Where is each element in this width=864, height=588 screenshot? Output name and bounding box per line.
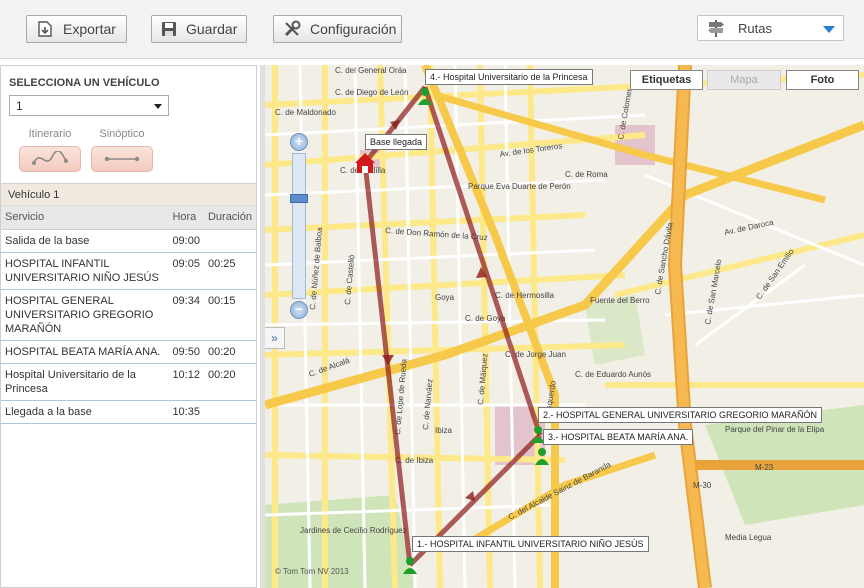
- vehicle-select-value: 1: [16, 99, 23, 113]
- street-label: C. de Eduardo Aunós: [575, 370, 651, 379]
- stop2-callout: 2.- HOSPITAL GENERAL UNIVERSITARIO GREGO…: [538, 407, 823, 423]
- itinerary-label: Itinerario: [28, 128, 72, 140]
- duration-cell: 00:15: [203, 289, 256, 341]
- map-copyright: © Tom Tom NV 2013: [275, 567, 349, 576]
- time-cell: 09:05: [168, 252, 204, 290]
- export-label: Exportar: [63, 21, 116, 37]
- chevron-down-icon: [823, 26, 835, 33]
- stop3-callout: 3.- HOSPITAL BEATA MARÍA ANA.: [543, 429, 694, 445]
- save-button[interactable]: Guardar: [151, 15, 247, 43]
- itinerary-button[interactable]: [19, 146, 81, 172]
- chevron-down-icon: [154, 104, 162, 109]
- zoom-in-button[interactable]: +: [290, 133, 308, 151]
- map-view[interactable]: C. del General Oráa C. de Diego de León …: [265, 65, 864, 588]
- service-cell: Llegada a la base: [1, 400, 169, 424]
- stop1-callout: 1.- HOSPITAL INFANTIL UNIVERSITARIO NIÑO…: [412, 536, 649, 552]
- street-label: Fuente del Berro: [590, 296, 650, 305]
- vehicle-select[interactable]: 1: [9, 95, 169, 116]
- duration-cell: 00:25: [203, 252, 256, 290]
- base-callout: Base llegada: [365, 134, 428, 150]
- services-table: Servicio Hora Duración Salida de la base…: [1, 206, 256, 424]
- street-label: C. de Diego de León: [335, 88, 408, 97]
- table-header-row: Servicio Hora Duración: [1, 206, 256, 230]
- service-cell: Salida de la base: [1, 229, 169, 253]
- routes-dropdown[interactable]: Rutas: [697, 15, 844, 41]
- zoom-slider[interactable]: [290, 153, 308, 299]
- time-cell: 09:00: [168, 229, 204, 253]
- street-label: M-30: [693, 481, 712, 490]
- zoom-out-button[interactable]: −: [290, 301, 308, 319]
- synoptic-button[interactable]: [91, 146, 153, 172]
- stop4-callout: 4.- Hospital Universitario de la Princes…: [425, 69, 593, 85]
- table-row[interactable]: Salida de la base 09:00: [1, 229, 256, 253]
- toolbar: Exportar Guardar Configuración Rutas: [0, 0, 864, 59]
- tools-icon: [282, 19, 302, 39]
- street-label: Goya: [435, 293, 455, 302]
- settings-label: Configuración: [310, 21, 397, 37]
- tab-labels[interactable]: Etiquetas: [630, 70, 703, 90]
- export-icon: [35, 19, 55, 39]
- vehicle-header: Vehículo 1: [1, 183, 256, 206]
- table-row[interactable]: HOSPITAL INFANTIL UNIVERSITARIO NIÑO JES…: [1, 252, 256, 290]
- time-cell: 09:34: [168, 289, 204, 341]
- export-button[interactable]: Exportar: [26, 15, 127, 43]
- vehicle-select-title: SELECCIONA UN VEHÍCULO: [9, 77, 160, 89]
- save-label: Guardar: [186, 21, 238, 37]
- street-label: Parque del Pinar de la Elipa: [725, 425, 825, 434]
- service-cell: Hospital Universitario de la Princesa: [1, 363, 169, 401]
- curve-route-icon: [32, 151, 68, 165]
- service-cell: HOSPITAL INFANTIL UNIVERSITARIO NIÑO JES…: [1, 252, 169, 290]
- service-cell: HOSPITAL GENERAL UNIVERSITARIO GREGORIO …: [1, 289, 169, 341]
- time-cell: 10:35: [168, 400, 204, 424]
- table-row[interactable]: Hospital Universitario de la Princesa 10…: [1, 363, 256, 401]
- floppy-disk-icon: [160, 19, 178, 39]
- street-label: C. del General Oráa: [335, 66, 407, 75]
- tab-photo[interactable]: Foto: [786, 70, 859, 90]
- col-duration[interactable]: Duración: [203, 206, 256, 230]
- tab-map[interactable]: Mapa: [707, 70, 781, 90]
- itinerary-mode: Itinerario: [19, 128, 81, 172]
- duration-cell: 00:20: [203, 363, 256, 401]
- street-label: Jardines de Cecilio Rodríguez: [300, 526, 407, 535]
- street-label: C. de Roma: [565, 170, 608, 179]
- street-label: M-23: [755, 463, 774, 472]
- signpost-icon: [706, 18, 728, 38]
- map-canvas[interactable]: C. del General Oráa C. de Diego de León …: [265, 65, 864, 588]
- time-cell: 10:12: [168, 363, 204, 401]
- straight-route-icon: [104, 156, 140, 162]
- synoptic-mode: Sinóptico: [91, 128, 153, 172]
- table-row[interactable]: HOSPITAL GENERAL UNIVERSITARIO GREGORIO …: [1, 289, 256, 341]
- table-row[interactable]: Llegada a la base 10:35: [1, 400, 256, 424]
- expand-panel-button[interactable]: »: [265, 327, 285, 349]
- zoom-slider-handle[interactable]: [290, 194, 308, 203]
- settings-button[interactable]: Configuración: [273, 15, 402, 43]
- street-label: Parque Eva Duarte de Perón: [468, 182, 571, 191]
- double-chevron-right-icon: »: [271, 331, 278, 345]
- table-row[interactable]: HOSPITAL BEATA MARÍA ANA. 09:50 00:20: [1, 340, 256, 364]
- duration-cell: [203, 400, 256, 424]
- service-cell: HOSPITAL BEATA MARÍA ANA.: [1, 340, 169, 364]
- street-label: C. de Hermosilla: [495, 291, 555, 300]
- routes-label: Rutas: [738, 20, 772, 36]
- synoptic-label: Sinóptico: [99, 128, 145, 140]
- col-time[interactable]: Hora: [168, 206, 204, 230]
- duration-cell: [203, 229, 256, 253]
- duration-cell: 00:20: [203, 340, 256, 364]
- street-label: Media Legua: [725, 533, 772, 542]
- street-label: C. de Maldonado: [275, 108, 336, 117]
- zoom-control: + −: [290, 133, 308, 321]
- street-label: Ibiza: [435, 426, 452, 435]
- left-panel: SELECCIONA UN VEHÍCULO 1 Itinerario Sinó…: [0, 65, 257, 588]
- time-cell: 09:50: [168, 340, 204, 364]
- col-service[interactable]: Servicio: [1, 206, 169, 230]
